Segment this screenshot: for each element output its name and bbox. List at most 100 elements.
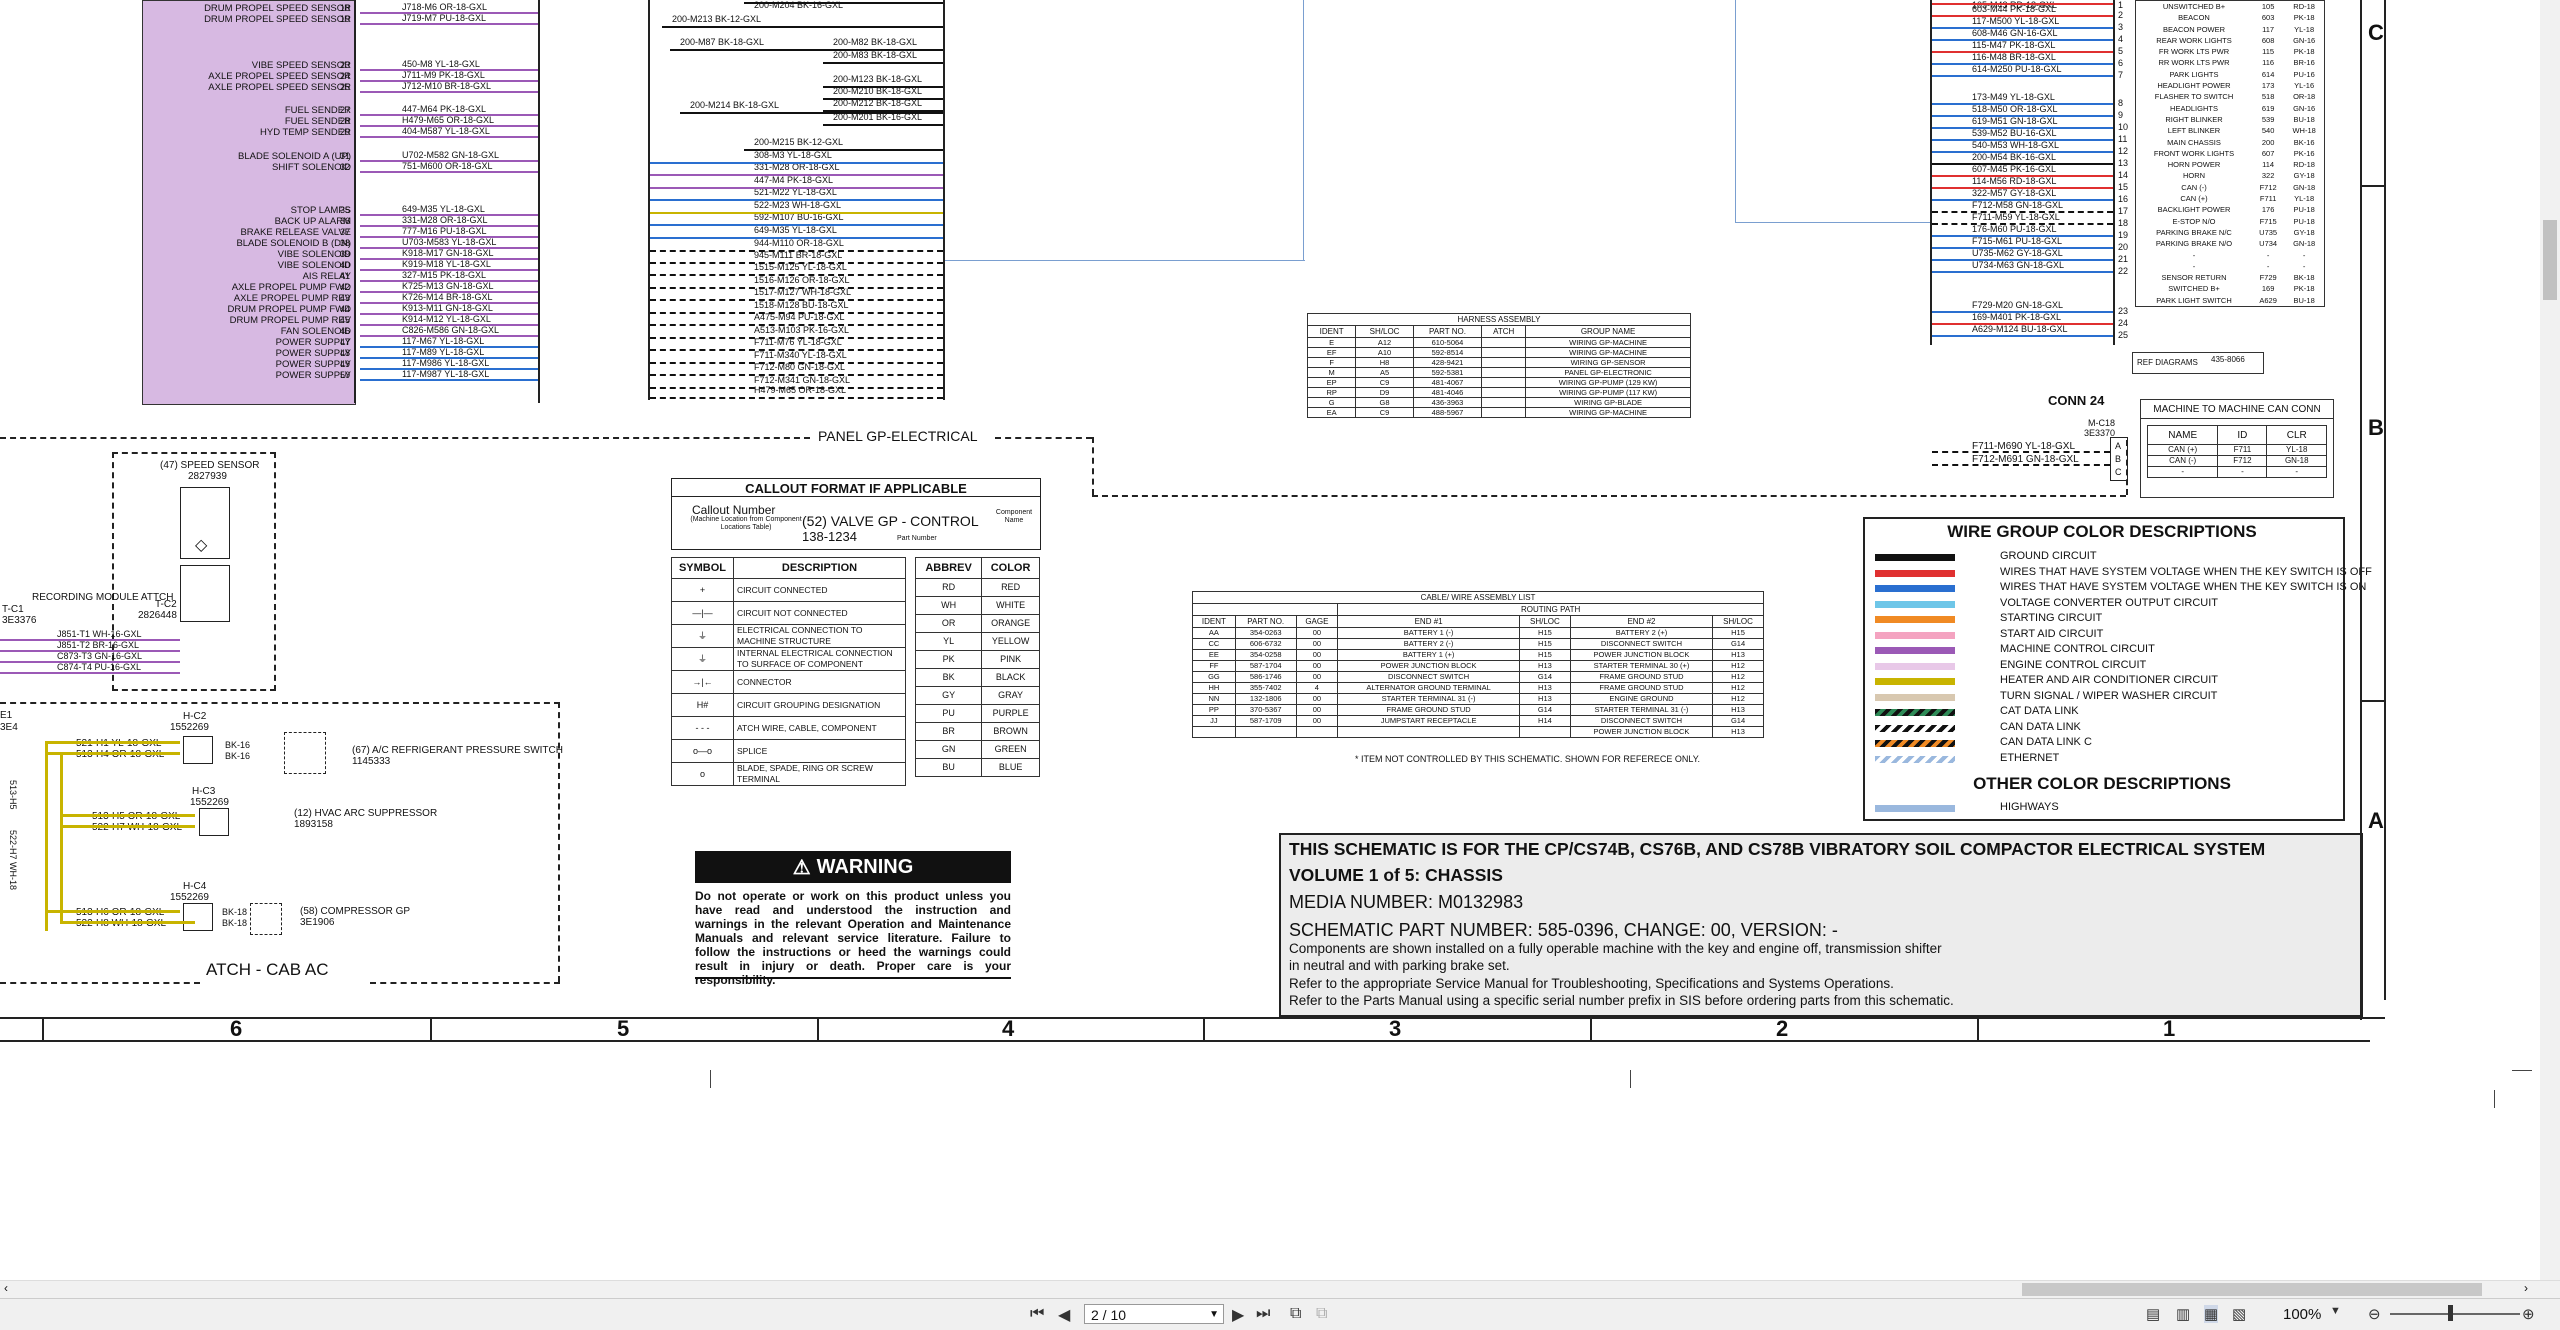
zoom-in-icon[interactable]: ⊕ bbox=[2522, 1305, 2535, 1323]
sensor-pin: 41 bbox=[340, 271, 351, 281]
abbrev-cell: BLACK bbox=[981, 668, 1040, 687]
symbol-header: SYMBOL bbox=[671, 557, 734, 579]
mid-wire-label: F712-M341 GN-18-GXL bbox=[754, 375, 851, 385]
zoom-dropdown-icon[interactable]: ▼ bbox=[2330, 1305, 2341, 1317]
sensor-wire: 404-M587 YL-18-GXL bbox=[402, 126, 490, 136]
cable-cell: 4 bbox=[1295, 682, 1339, 694]
right-pin-number: 25 bbox=[2118, 330, 2129, 340]
mid-wire-line bbox=[650, 374, 943, 376]
cable-cell: 00 bbox=[1295, 704, 1339, 716]
page-number-input[interactable]: 2 / 10 ▼ bbox=[1084, 1304, 1224, 1324]
cable-cell: 355-7402 bbox=[1234, 682, 1297, 694]
sensor-pin: 43 bbox=[340, 293, 351, 303]
right-wire-label: 619-M51 GN-18-GXL bbox=[1972, 116, 2058, 126]
single-page-view-icon[interactable]: ▤ bbox=[2146, 1305, 2160, 1323]
wire-group-label: HEATER AND AIR CONDITIONER CIRCUIT bbox=[2000, 674, 2218, 686]
sensor-label: BLADE SOLENOID B (DN) bbox=[236, 238, 351, 249]
crop-mark-1 bbox=[710, 1070, 711, 1088]
page-dropdown-icon[interactable]: ▼ bbox=[1209, 1305, 1219, 1325]
right-wire-label: F711-M59 YL-18-GXL bbox=[1972, 212, 2060, 222]
harness-cell: WIRING GP-MACHINE bbox=[1525, 337, 1691, 348]
right-wire-label: A629-M124 BU-18-GXL bbox=[1972, 324, 2068, 334]
zoom-level[interactable]: 100% bbox=[2283, 1306, 2321, 1323]
recording-wire-line bbox=[0, 650, 180, 652]
zoom-out-icon[interactable]: ⊖ bbox=[2368, 1305, 2381, 1323]
last-page-icon[interactable]: ⏭ bbox=[1256, 1305, 1270, 1323]
copy-page-icon[interactable]: ⧉ bbox=[1290, 1305, 1301, 1323]
symbol-row: —|— CIRCUIT NOT CONNECTED bbox=[671, 601, 906, 625]
scroll-left-icon[interactable]: ‹ bbox=[4, 1281, 8, 1295]
right-wire-label: 169-M401 PK-18-GXL bbox=[1972, 312, 2062, 322]
mid-wire-label: 200-M215 BK-12-GXL bbox=[754, 137, 844, 147]
sensor-wire: J711-M9 PK-18-GXL bbox=[402, 70, 485, 80]
cable-cell: H13 bbox=[1518, 682, 1571, 694]
sensor-wire: K919-M18 YL-18-GXL bbox=[402, 259, 491, 269]
abbrev-table: ABBREV COLOR RD RED WH WHITE OR ORANGE YL YELLOW P… bbox=[914, 557, 1040, 777]
vertical-scrollbar[interactable] bbox=[2540, 0, 2560, 1280]
sensor-wire-line bbox=[360, 236, 538, 238]
abbrev-cell: BK bbox=[914, 668, 983, 687]
harness-cell: 481-4046 bbox=[1412, 387, 1483, 398]
conn24-pin-a: A bbox=[2115, 441, 2122, 451]
m2m-cell: - bbox=[2217, 466, 2268, 478]
conn24-cell: REAR WORK LIGHTS bbox=[2156, 35, 2232, 45]
document-viewport[interactable]: DRUM PROPEL SPEED SENSOR DRUM PROPEL SPEE… bbox=[0, 0, 2560, 1280]
title-line-8: Refer to the Parts Manual using a specif… bbox=[1289, 993, 1954, 1008]
right-pin-number: 16 bbox=[2118, 194, 2129, 204]
cable-cell: H13 bbox=[1712, 704, 1764, 716]
warning-title: WARNING bbox=[816, 855, 914, 878]
conn24-row: SWITCHED B+ 169 PK-18 bbox=[2136, 283, 2325, 294]
conn24-cell: 540 bbox=[2261, 126, 2275, 136]
right-pin-number: 9 bbox=[2118, 110, 2124, 120]
first-page-icon[interactable]: ⏮ bbox=[1030, 1305, 1044, 1323]
hc2-part: 1552269 bbox=[170, 722, 209, 733]
sensor-label: HYD TEMP SENDER bbox=[260, 127, 351, 138]
hc2-pin-2: BK-16 bbox=[225, 751, 251, 761]
abbrev-header: ABBREV bbox=[914, 557, 983, 579]
conn24-mc: M-C18 bbox=[2088, 418, 2116, 428]
vertical-scroll-thumb[interactable] bbox=[2543, 220, 2557, 300]
conn24-cell: 115 bbox=[2262, 47, 2275, 57]
horizontal-scrollbar[interactable]: ‹ › bbox=[0, 1280, 2560, 1299]
two-page-continuous-icon[interactable]: ▧ bbox=[2232, 1305, 2246, 1323]
sensor-label: AXLE PROPEL PUMP FWD bbox=[231, 282, 351, 293]
horizontal-scroll-thumb[interactable] bbox=[2022, 1283, 2482, 1296]
paste-page-icon[interactable]: ⧉ bbox=[1316, 1305, 1327, 1323]
conn24-cell: - bbox=[2302, 261, 2306, 271]
wire-group-swatch bbox=[1875, 647, 1955, 654]
two-page-view-icon[interactable]: ▦ bbox=[2204, 1305, 2219, 1323]
m2m-cell: F711 bbox=[2217, 444, 2268, 456]
wire-group-swatch bbox=[1875, 585, 1955, 592]
symbol-desc: CIRCUIT NOT CONNECTED bbox=[733, 601, 906, 625]
wire-group-swatch bbox=[1875, 631, 1955, 639]
conn24-cell: 114 bbox=[2262, 160, 2275, 170]
cable-row: EE 354-0258 00 BATTERY 1 (+) H15 POWER JUNCTI… bbox=[1192, 649, 1764, 661]
abbrev-cell: RED bbox=[981, 578, 1040, 597]
page-number-value: 2 / 10 bbox=[1091, 1307, 1127, 1323]
m2m-cell: CAN (-) bbox=[2146, 455, 2219, 467]
scroll-right-icon[interactable]: › bbox=[2524, 1281, 2528, 1295]
cable-row: JJ 587-1709 00 JUMPSTART RECEPTACLE H14 DISCO… bbox=[1192, 715, 1764, 727]
right-pin-number: 23 bbox=[2118, 306, 2129, 316]
next-page-icon[interactable]: ▶ bbox=[1232, 1305, 1244, 1325]
prev-page-icon[interactable]: ◀ bbox=[1058, 1305, 1070, 1325]
zone-tick-cb bbox=[2362, 185, 2384, 187]
mid-wire-line bbox=[662, 26, 943, 28]
harness-header: ATCH bbox=[1481, 325, 1527, 338]
tc2-part: 2826448 bbox=[138, 610, 177, 621]
conn24-row: --- bbox=[2136, 250, 2325, 261]
sensor-wire: 450-M8 YL-18-GXL bbox=[402, 59, 480, 69]
continuous-view-icon[interactable]: ▥ bbox=[2176, 1305, 2190, 1323]
conn24-cell: 607 bbox=[2261, 148, 2275, 158]
conn24-row: PARK LIGHT SWITCH A629 BU-18 bbox=[2136, 295, 2325, 307]
right-wire-line bbox=[1932, 335, 2113, 337]
sensor-label: DRUM PROPEL PUMP FWD bbox=[227, 304, 351, 315]
cable-row: NN 132-1806 00 STARTER TERMINAL 31 (-) H13 EN… bbox=[1192, 693, 1764, 705]
zoom-slider[interactable] bbox=[2390, 1313, 2520, 1315]
callout-component-name: Component Name bbox=[995, 509, 1033, 524]
sensor-wire-line bbox=[360, 357, 538, 359]
right-pin-number: 22 bbox=[2118, 266, 2129, 276]
cable-title-row: CABLE/ WIRE ASSEMBLY LIST bbox=[1192, 591, 1764, 604]
mid-wire-label: 522-M23 WH-18-GXL bbox=[754, 200, 842, 210]
zoom-slider-knob[interactable] bbox=[2448, 1305, 2453, 1321]
